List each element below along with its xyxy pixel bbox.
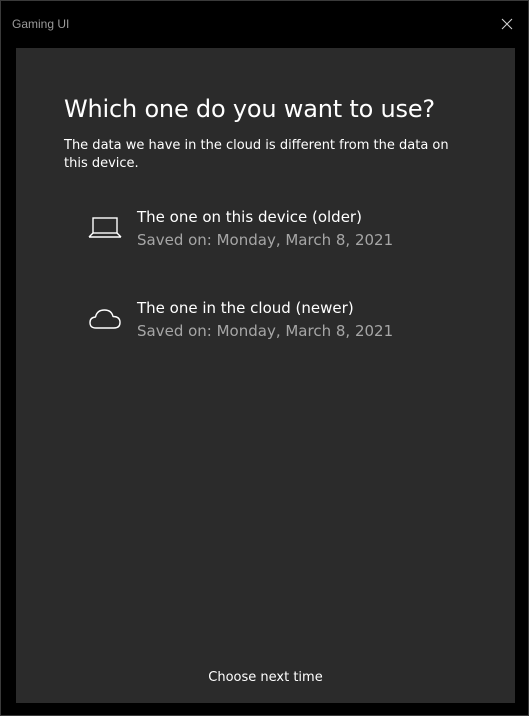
app-window: Gaming UI Which one do you want to use? … [0,0,529,716]
cloud-icon [89,309,121,329]
option-saved-date: Saved on: Monday, March 8, 2021 [137,322,394,340]
close-icon [501,18,513,30]
dialog-heading: Which one do you want to use? [64,95,435,123]
option-saved-date: Saved on: Monday, March 8, 2021 [137,231,394,249]
close-button[interactable] [494,11,520,37]
window-title: Gaming UI [12,17,70,31]
title-bar[interactable]: Gaming UI [1,1,528,39]
option-cloud[interactable]: The one in the cloud (newer) Saved on: M… [78,299,478,351]
choose-next-time-button[interactable]: Choose next time [16,670,515,685]
option-this-device[interactable]: The one on this device (older) Saved on:… [78,208,478,260]
dialog-panel: Which one do you want to use? The data w… [16,48,515,703]
laptop-icon [88,217,122,238]
dialog-description: The data we have in the cloud is differe… [64,138,449,171]
option-title: The one on this device (older) [137,208,362,226]
option-title: The one in the cloud (newer) [137,299,354,317]
